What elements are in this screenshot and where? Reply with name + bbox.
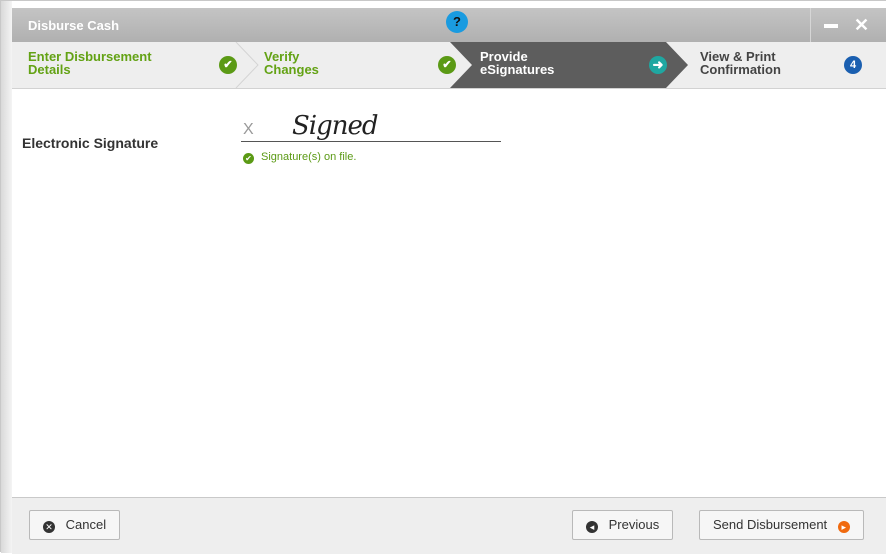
step-enter-details[interactable]: Enter Disbursement Details ✔ [12,42,237,88]
close-icon[interactable]: ✕ [854,15,869,35]
window-title: Disburse Cash [28,18,120,33]
signature-status: ✔ Signature(s) on file. [243,151,356,164]
step-label: Provide eSignatures [480,49,555,77]
title-bar-divider [810,8,811,42]
step-view-print-confirmation[interactable]: View & Print Confirmation 4 [688,42,886,88]
send-disbursement-label: Send Disbursement [713,517,828,532]
step-label: Enter Disbursement Details [28,49,152,77]
step-label: Verify Changes [264,49,319,77]
check-circle-icon: ✔ [243,153,254,164]
signature-line [241,141,501,142]
arrow-right-circle-icon: ➜ [649,56,667,74]
step-label: View & Print Confirmation [700,49,781,77]
main-content: Electronic Signature X Signed ✔ Signature… [12,89,886,497]
previous-button[interactable]: ◂ Previous [572,510,674,540]
disburse-cash-dialog: Disburse Cash ? ✕ Enter Disbursement Deta… [0,0,886,554]
minimize-icon[interactable] [824,24,838,28]
send-disbursement-button[interactable]: Send Disbursement ▸ [699,510,864,540]
dialog-edge [1,1,12,553]
title-bar: Disburse Cash ? ✕ [12,8,886,42]
electronic-signature-label: Electronic Signature [22,135,159,151]
dialog-footer: ✕ Cancel ◂ Previous Send Disbursement ▸ [12,497,886,554]
cancel-button[interactable]: ✕ Cancel [29,510,121,540]
check-circle-icon: ✔ [219,56,237,74]
wizard-steps: Enter Disbursement Details ✔ Verify Change… [12,42,886,89]
close-circle-icon: ✕ [43,521,55,533]
previous-button-label: Previous [608,517,660,532]
cancel-button-label: Cancel [65,517,107,532]
step-provide-esignatures[interactable]: Provide eSignatures ➜ [450,42,667,88]
arrow-left-circle-icon: ◂ [586,521,598,533]
signature-image: Signed [292,111,379,141]
step-verify-changes[interactable]: Verify Changes ✔ [236,42,456,88]
step-number-badge: 4 [844,56,862,74]
signature-status-text: Signature(s) on file. [261,151,357,163]
help-icon[interactable]: ? [446,11,468,33]
arrow-right-circle-icon: ▸ [837,521,850,533]
signature-x-mark: X [243,121,254,138]
